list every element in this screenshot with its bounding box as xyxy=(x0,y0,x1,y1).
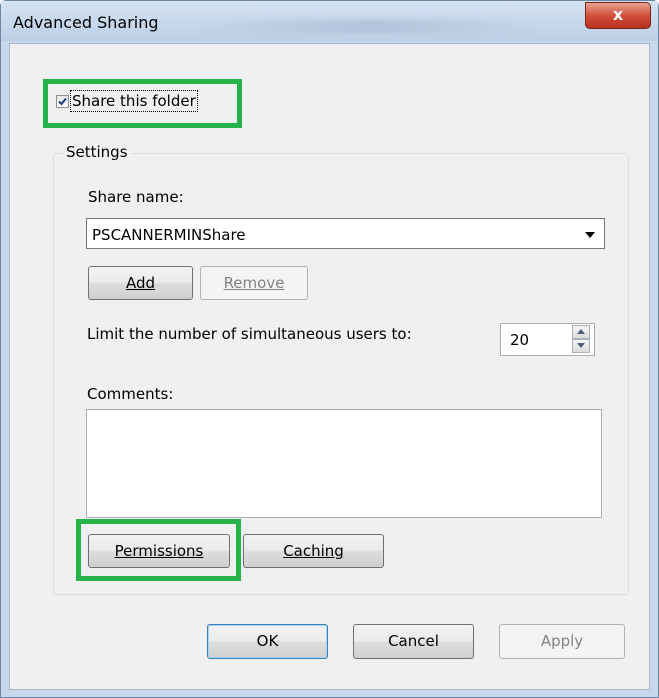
close-icon: x xyxy=(612,5,624,24)
comments-textarea[interactable] xyxy=(86,409,602,518)
comments-label: Comments: xyxy=(87,385,174,403)
close-button[interactable]: x xyxy=(585,2,651,29)
title-bar[interactable]: Advanced Sharing x xyxy=(1,1,658,41)
share-name-value: PSCANNERMINShare xyxy=(92,226,246,244)
share-name-dropdown[interactable]: PSCANNERMINShare xyxy=(86,218,605,249)
arrow-down-icon xyxy=(577,343,585,348)
share-folder-label[interactable]: Share this folder xyxy=(70,90,198,112)
window-title: Advanced Sharing xyxy=(13,13,159,32)
user-limit-value: 20 xyxy=(510,331,530,349)
share-name-label: Share name: xyxy=(88,188,184,206)
remove-button[interactable]: Remove xyxy=(200,266,308,300)
chevron-down-icon xyxy=(585,232,595,238)
share-folder-checkbox[interactable] xyxy=(56,95,69,108)
apply-button[interactable]: Apply xyxy=(499,624,625,659)
caching-button[interactable]: Caching xyxy=(243,534,384,568)
arrow-up-icon xyxy=(577,329,585,334)
background-window-tabs xyxy=(201,19,541,33)
permissions-button[interactable]: Permissions xyxy=(88,534,230,568)
ok-button[interactable]: OK xyxy=(207,624,328,659)
user-limit-increment[interactable] xyxy=(572,325,590,339)
user-limit-decrement[interactable] xyxy=(572,339,590,353)
settings-group-label: Settings xyxy=(63,143,131,161)
user-limit-label: Limit the number of simultaneous users t… xyxy=(87,325,412,343)
add-button[interactable]: Add xyxy=(88,266,193,300)
checkmark-icon xyxy=(58,97,67,106)
cancel-button[interactable]: Cancel xyxy=(353,624,474,659)
